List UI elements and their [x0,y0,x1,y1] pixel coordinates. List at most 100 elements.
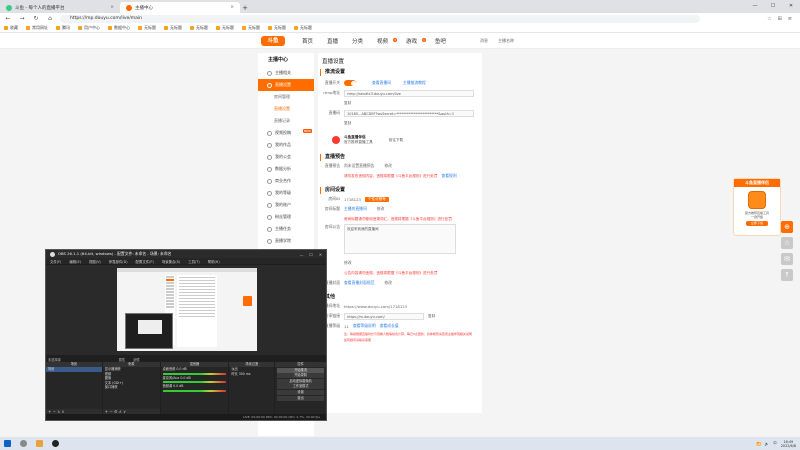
nav-live[interactable]: 直播 [327,37,338,45]
maximize-icon[interactable]: ☐ [764,0,782,12]
maximize-icon[interactable]: ☐ [309,252,312,257]
nav-fishbar[interactable]: 鱼吧 [435,37,446,45]
edit-notice-button[interactable]: 修改 [344,260,352,266]
copy-code-button[interactable]: 复制 [344,121,351,126]
edit-preview-button[interactable]: 修改 [384,163,392,169]
growth-link[interactable]: 查看成长值 [380,323,399,329]
volume-icon[interactable]: 🔈 [765,442,769,446]
nav-home[interactable]: 首页 [302,37,313,45]
user-name[interactable]: 主播名称 [498,38,514,44]
bookmark-item[interactable]: 收藏 [4,25,18,31]
copy-share-button[interactable]: 复制 [428,314,435,319]
add-icon[interactable]: ⊕ [781,221,793,233]
obs-menu-item[interactable]: 配置文件(P) [136,259,154,264]
extensions-icon[interactable]: ⊞ [778,16,782,22]
studio-mode-button[interactable]: 工作室模式 [277,384,324,390]
bookmark-item[interactable]: 无标题 [164,25,182,31]
obs-menu-item[interactable]: 停靠部件(D) [109,259,128,264]
obs-menu-item[interactable]: 工具(T) [188,259,200,264]
minimize-icon[interactable]: — [746,0,764,12]
messages-link[interactable]: 消息 [480,38,488,44]
stream-code-field[interactable]: 10185...ABCDEF?wsSecret=****************… [344,109,474,117]
obs-menu-item[interactable]: 编辑(E) [69,259,81,264]
companion-float-card[interactable]: 斗鱼直播伴侣 官方推荐直播工具 一键开播 立即下载 [733,178,781,236]
sidebar-item-active[interactable]: 直播设置 [258,79,314,91]
sidebar-item[interactable]: 视频投稿 NEW [258,127,314,139]
close-tab-icon[interactable]: × [230,5,234,10]
rules-link[interactable]: 查看规则 [441,173,456,179]
sidebar-item[interactable]: 主播相关 [258,67,314,79]
obs-menu-item[interactable]: 文件(F) [50,259,61,264]
obs-menu-item[interactable]: 帮助(H) [208,259,220,264]
browser-tab-anchor-center[interactable]: 主播中心 × [120,2,240,13]
start-streaming-button[interactable]: 开始推流 [277,367,324,373]
file-explorer-icon[interactable] [36,440,43,447]
close-window-icon[interactable]: ✕ [319,252,322,257]
share-link-field[interactable]: https://m.douyu.com/ [344,312,424,320]
ime-indicator[interactable]: 中 [773,441,777,446]
cover-spec-link[interactable]: 查看直播封面规范 [344,280,374,286]
bookmark-item[interactable]: 常用网址 [26,25,48,31]
url-input[interactable]: https://mp.douyu.com/live/main [60,14,700,23]
close-tab-icon[interactable]: × [110,5,114,10]
properties-button[interactable]: 属性 [119,357,125,362]
bookmark-item[interactable]: 用户中心 [78,25,100,31]
transition-duration[interactable]: 时长 300 ms [229,372,274,377]
minimize-icon[interactable]: — [300,252,304,257]
new-tab-button[interactable]: + [240,2,250,13]
obs-menu-item[interactable]: 场景集合(S) [162,259,180,264]
sidebar-item[interactable]: 粉丝管理 [258,211,314,223]
vanity-id-button[interactable]: 个性化靓号 [364,196,389,202]
nav-game[interactable]: 游戏 1 [406,37,426,45]
rtmp-field[interactable]: rtmp://sendtc3.douyu.com/live [344,89,474,97]
sidebar-subitem[interactable]: 房间管理 [258,91,314,103]
bookmark-item[interactable]: 无标题 [190,25,208,31]
obs-taskbar-icon[interactable] [52,440,59,447]
sidebar-item[interactable]: 直播学院 [258,235,314,247]
bookmark-item[interactable]: 无标题 [268,25,286,31]
sidebar-subitem[interactable]: 直播记录 [258,115,314,127]
mail-icon[interactable]: ✉ [781,253,793,265]
back-to-top-icon[interactable]: ↑ [781,269,793,281]
sidebar-item[interactable]: 我的公会 [258,151,314,163]
bookmark-item[interactable]: 数据中心 [108,25,130,31]
obs-menu-item[interactable]: 视图(V) [89,259,101,264]
notice-textarea[interactable]: 欢迎来到我的直播间 [344,224,456,254]
home-icon[interactable]: ⌂ [46,15,54,22]
sidebar-item[interactable]: 商业合作 [258,175,314,187]
forward-icon[interactable]: → [18,15,26,22]
float-download-button[interactable]: 立即下载 [746,221,768,226]
sidebar-item[interactable]: 我的账户 [258,199,314,211]
douyu-logo[interactable]: 斗鱼 [261,36,285,46]
clock[interactable]: 16:49 2022/6/8 [781,440,796,448]
network-icon[interactable]: 📶 [757,442,761,446]
sidebar-subitem-active[interactable]: 直播设置 [258,103,314,115]
reload-icon[interactable]: ↻ [32,15,40,22]
edit-cover-button[interactable]: 修改 [384,280,392,286]
bookmark-item[interactable]: 无标题 [294,25,312,31]
obs-preview[interactable] [46,265,326,355]
bookmark-item[interactable]: 无标题 [138,25,156,31]
back-icon[interactable]: ← [4,15,12,22]
obs-titlebar[interactable]: OBS 26.1.1 (64-bit, windows) - 配置文件: 未命名… [46,250,326,258]
tutorial-link[interactable]: 主播推流教程 [403,80,426,86]
search-icon[interactable] [20,440,27,447]
exit-button[interactable]: 退出 [277,395,324,401]
nav-category[interactable]: 分类 [352,37,363,45]
bookmark-star-icon[interactable]: ☆ [767,16,771,22]
sidebar-item[interactable]: 主播任务 [258,223,314,235]
obs-window[interactable]: OBS 26.1.1 (64-bit, windows) - 配置文件: 未命名… [45,249,327,421]
settings-button[interactable]: 设置 [277,389,324,395]
browser-tab-douyu[interactable]: 斗鱼 - 每个人的直播平台 × [0,2,120,13]
star-icon[interactable]: ☆ [781,237,793,249]
copy-rtmp-button[interactable]: 复制 [344,101,351,106]
bookmark-item[interactable]: 腾讯 [56,25,70,31]
menu-icon[interactable]: ≡ [788,16,792,22]
source-item[interactable]: 窗口捕获 [103,385,160,390]
edit-name-button[interactable]: 修改 [377,206,385,212]
close-window-icon[interactable]: ✕ [782,0,800,12]
bookmark-item[interactable]: 无标题 [216,25,234,31]
download-link[interactable]: 前往下载 [389,138,403,143]
filters-button[interactable]: 滤镜 [133,357,139,362]
sidebar-item[interactable]: 数据分析 [258,163,314,175]
